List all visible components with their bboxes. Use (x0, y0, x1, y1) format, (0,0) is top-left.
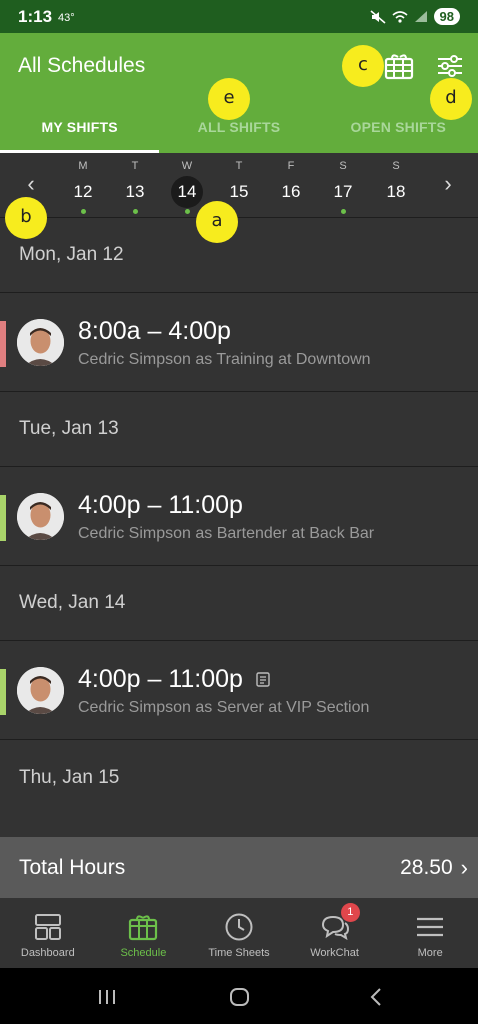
sliders-icon (438, 55, 462, 77)
position-color-bar (0, 495, 6, 541)
day-15[interactable]: T 15 (221, 160, 257, 208)
schedule-icon (129, 915, 158, 941)
day-letter: S (392, 160, 400, 172)
day-number: 13 (125, 182, 145, 201)
annotation-marker-b: b (5, 197, 47, 239)
nav-label: More (417, 947, 443, 959)
person-photo-icon (17, 667, 64, 714)
page-title: All Schedules (18, 54, 146, 77)
position-color-bar (0, 669, 6, 715)
day-18[interactable]: S 18 (378, 160, 414, 208)
wifi-icon (392, 11, 408, 23)
tab-my-shifts[interactable]: MY SHIFTS (0, 106, 160, 153)
shift-time: 4:00p – 11:00p (78, 665, 243, 693)
total-hours-label: Total Hours (19, 855, 126, 879)
shift-dot (132, 209, 138, 214)
shift-dot (80, 209, 86, 214)
total-hours-value: 28.50 (400, 855, 453, 879)
next-week-button[interactable]: › (436, 171, 460, 197)
annotation-marker-e: e (208, 78, 250, 120)
nav-label: WorkChat (310, 947, 359, 959)
day-number: 12 (73, 182, 93, 201)
day-letter: F (287, 160, 295, 172)
mute-icon (370, 9, 386, 24)
person-photo-icon (17, 493, 64, 540)
shift-time: 8:00a – 4:00p (78, 317, 231, 345)
home-icon[interactable] (230, 988, 249, 1006)
avatar (17, 493, 64, 540)
shift-dot (340, 209, 346, 214)
total-hours-bar[interactable]: Total Hours 28.50 › (0, 837, 478, 898)
date-header: Wed, Jan 14 (0, 566, 478, 641)
signal-icon (414, 11, 427, 22)
date-header: Tue, Jan 13 (0, 392, 478, 467)
position-color-bar (0, 321, 6, 367)
day-letter: T (131, 160, 139, 172)
nav-workchat[interactable]: 1 WorkChat (287, 898, 383, 968)
calendar-gift-icon (384, 54, 414, 80)
day-12[interactable]: M 12 (65, 160, 101, 214)
shift-time: 4:00p – 11:00p (78, 491, 243, 519)
unread-badge: 1 (340, 903, 360, 922)
recent-apps-icon[interactable] (99, 990, 115, 1004)
battery-indicator: 98 (433, 8, 460, 25)
week-strip: ‹ M 12 T 13 W 14 T 15 F 16 S 17 S 18 › (0, 153, 478, 218)
person-photo-icon (17, 319, 64, 366)
day-number: 16 (281, 182, 301, 201)
nav-time-sheets[interactable]: Time Sheets (191, 898, 287, 968)
shift-dot (184, 209, 190, 214)
nav-label: Schedule (120, 947, 167, 959)
nav-label: Time Sheets (208, 947, 270, 959)
day-letter: W (181, 160, 193, 172)
dashboard-icon (34, 914, 61, 940)
nav-label: Dashboard (20, 947, 75, 959)
status-time: 1:13 (18, 6, 53, 26)
menu-icon (417, 917, 444, 937)
previous-week-button[interactable]: ‹ (19, 171, 43, 197)
status-bar: 1:13 43° 98 (0, 0, 478, 33)
shift-description: Cedric Simpson as Training at Downtown (78, 351, 371, 368)
bottom-navigation: Dashboard Schedule Time Sheets 1 WorkCha… (0, 898, 478, 968)
system-nav-buttons (99, 988, 381, 1006)
status-temperature: 43° (58, 11, 75, 24)
calendar-view-button[interactable] (383, 51, 415, 81)
nav-schedule[interactable]: Schedule (96, 898, 192, 968)
status-icons: 98 (370, 8, 460, 25)
note-icon (256, 672, 270, 687)
annotation-marker-c: c (342, 45, 384, 87)
filter-button[interactable] (436, 54, 464, 78)
shift-card[interactable]: 4:00p – 11:00p Cedric Simpson as Server … (0, 641, 478, 740)
avatar (17, 667, 64, 714)
date-header: Thu, Jan 15 (0, 740, 478, 815)
back-icon[interactable] (370, 988, 381, 1006)
shift-card[interactable]: 8:00a – 4:00p Cedric Simpson as Training… (0, 293, 478, 392)
day-16[interactable]: F 16 (273, 160, 309, 208)
day-number: 14 (171, 176, 203, 208)
day-letter: M (78, 160, 88, 172)
nav-dashboard[interactable]: Dashboard (0, 898, 96, 968)
chevron-right-icon: › (460, 854, 468, 880)
day-number: 18 (386, 182, 406, 201)
day-17[interactable]: S 17 (325, 160, 361, 214)
day-14[interactable]: W 14 (169, 160, 205, 214)
date-header: Mon, Jan 12 (0, 218, 478, 293)
shift-description: Cedric Simpson as Server at VIP Section (78, 699, 370, 716)
annotation-marker-a: a (196, 201, 238, 243)
day-13[interactable]: T 13 (117, 160, 153, 214)
shift-card[interactable]: 4:00p – 11:00p Cedric Simpson as Bartend… (0, 467, 478, 566)
nav-more[interactable]: More (382, 898, 478, 968)
day-letter: T (235, 160, 243, 172)
clock-icon (225, 913, 253, 941)
avatar (17, 319, 64, 366)
day-number: 17 (333, 182, 353, 201)
annotation-marker-d: d (430, 78, 472, 120)
day-letter: S (339, 160, 347, 172)
shift-description: Cedric Simpson as Bartender at Back Bar (78, 525, 375, 542)
system-navigation-bar (0, 968, 478, 1024)
